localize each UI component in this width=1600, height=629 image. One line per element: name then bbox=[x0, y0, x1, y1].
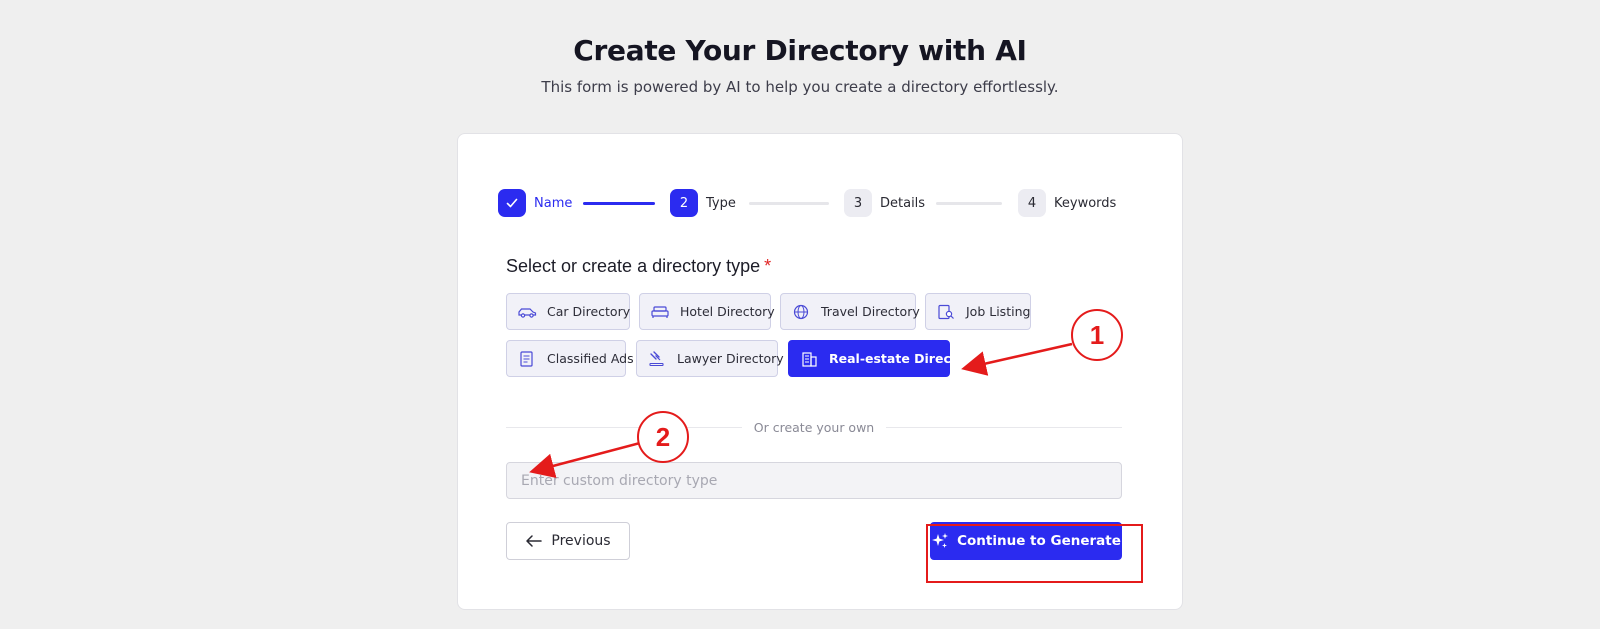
directory-type-label-text: Select or create a directory type bbox=[506, 256, 761, 276]
type-chip-job[interactable]: Job Listing bbox=[925, 293, 1031, 330]
type-chip-label: Travel Directory bbox=[821, 304, 920, 319]
type-chip-label: Hotel Directory bbox=[680, 304, 775, 319]
job-search-icon bbox=[938, 304, 954, 319]
gavel-icon bbox=[649, 350, 664, 366]
building-icon bbox=[802, 351, 817, 367]
annotation-highlight-box bbox=[926, 524, 1143, 583]
type-chip-label: Classified Ads bbox=[547, 351, 634, 366]
document-icon bbox=[520, 350, 533, 367]
step-details[interactable]: 3 Details bbox=[844, 189, 925, 217]
divider-text: Or create your own bbox=[753, 420, 875, 435]
type-chip-real-estate[interactable]: Real-estate Directory bbox=[788, 340, 980, 377]
divider-line-right bbox=[886, 427, 1122, 428]
previous-button-label: Previous bbox=[551, 533, 611, 549]
page-subtitle: This form is powered by AI to help you c… bbox=[541, 78, 1059, 96]
step-connector-2 bbox=[749, 202, 829, 205]
divider-line-left bbox=[506, 427, 742, 428]
step-connector-1 bbox=[583, 202, 655, 205]
arrow-left-icon bbox=[526, 535, 543, 547]
step-type[interactable]: 2 Type bbox=[670, 189, 736, 217]
type-chip-lawyer[interactable]: Lawyer Directory bbox=[636, 340, 784, 377]
step-name[interactable]: Name bbox=[498, 189, 572, 217]
step-details-number: 3 bbox=[844, 189, 872, 217]
bed-icon bbox=[651, 305, 669, 318]
step-details-label: Details bbox=[880, 195, 926, 211]
custom-directory-type-input[interactable] bbox=[506, 462, 1122, 499]
car-icon bbox=[518, 307, 537, 318]
type-chip-label: Real-estate Directory bbox=[829, 351, 980, 366]
step-keywords-number: 4 bbox=[1018, 189, 1046, 217]
type-chip-car[interactable]: Car Directory bbox=[506, 293, 630, 330]
step-type-number: 2 bbox=[670, 189, 698, 217]
type-chip-label: Car Directory bbox=[547, 304, 631, 319]
step-type-label: Type bbox=[706, 195, 736, 211]
globe-icon bbox=[793, 304, 809, 319]
type-chip-travel[interactable]: Travel Directory bbox=[780, 293, 920, 330]
annotation-callout-2: 2 bbox=[637, 411, 689, 463]
step-keywords-label: Keywords bbox=[1054, 195, 1117, 211]
required-mark: * bbox=[764, 256, 772, 276]
page-title: Create Your Directory with AI bbox=[573, 34, 1027, 67]
previous-button[interactable]: Previous bbox=[506, 522, 630, 560]
step-keywords[interactable]: 4 Keywords bbox=[1018, 189, 1116, 217]
type-chip-label: Lawyer Directory bbox=[677, 351, 784, 366]
directory-type-label: Select or create a directory type * bbox=[506, 256, 771, 277]
annotation-callout-1: 1 bbox=[1071, 309, 1123, 361]
type-chip-classified[interactable]: Classified Ads bbox=[506, 340, 634, 377]
type-chip-label: Job Listing bbox=[966, 304, 1031, 319]
step-name-label: Name bbox=[534, 195, 573, 211]
step-name-check-icon bbox=[498, 189, 526, 217]
type-chip-hotel[interactable]: Hotel Directory bbox=[639, 293, 775, 330]
step-connector-3 bbox=[936, 202, 1002, 205]
